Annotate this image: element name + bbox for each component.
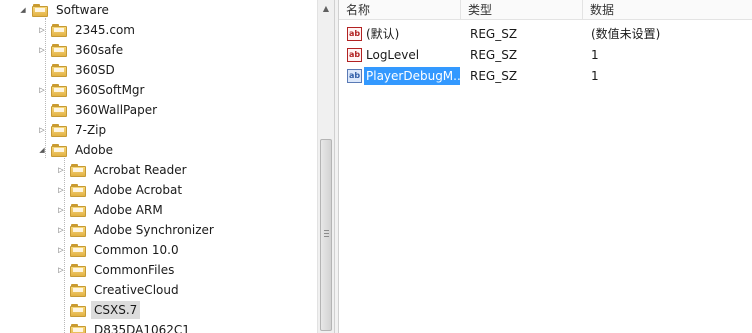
collapsed-arrow-icon[interactable]: ▷	[56, 220, 66, 240]
tree-item-adobe-arm[interactable]: ▷ Adobe ARM	[56, 200, 166, 220]
folder-icon	[70, 283, 86, 297]
no-expander	[56, 300, 66, 320]
scrollbar-grip-icon	[324, 230, 329, 239]
tree-item-label: 360SoftMgr	[75, 83, 145, 97]
tree-item-csxs7[interactable]: CSXS.7	[56, 300, 141, 320]
folder-icon	[32, 3, 48, 17]
folder-icon	[70, 223, 86, 237]
scrollbar-thumb[interactable]	[320, 139, 332, 331]
folder-icon	[51, 23, 67, 37]
value-data: 1	[591, 48, 599, 62]
tree-item-label: Software	[56, 3, 109, 17]
tree-item-common-10[interactable]: ▷ Common 10.0	[56, 240, 182, 260]
column-header-type[interactable]: 类型	[461, 0, 583, 20]
registry-key-tree[interactable]: ◢ Software ▷ 2345.com ▷ 360safe 360SD ▷ …	[0, 0, 317, 333]
value-type: REG_SZ	[470, 69, 518, 83]
tree-item-label: D835DA1062C1	[94, 323, 190, 333]
string-value-icon: ab	[347, 27, 362, 41]
folder-icon	[51, 83, 67, 97]
folder-icon	[70, 163, 86, 177]
collapsed-arrow-icon[interactable]: ▷	[56, 260, 66, 280]
tree-item-label: Adobe ARM	[94, 203, 163, 217]
tree-item-d835da1062c1[interactable]: D835DA1062C1	[56, 320, 193, 333]
expanded-arrow-icon[interactable]: ◢	[18, 0, 28, 20]
registry-value-list[interactable]: 名称 类型 数据 ab (默认) REG_SZ (数值未设置) ab LogLe…	[339, 0, 752, 333]
value-type: REG_SZ	[470, 48, 518, 62]
tree-item-label: Adobe	[75, 143, 113, 157]
list-item-selected[interactable]: ab PlayerDebugM... REG_SZ 1	[339, 66, 752, 86]
collapsed-arrow-icon[interactable]: ▷	[56, 160, 66, 180]
tree-item-label: Common 10.0	[94, 243, 179, 257]
tree-item-7zip[interactable]: ▷ 7-Zip	[37, 120, 109, 140]
tree-item-software[interactable]: ◢ Software	[18, 0, 112, 20]
tree-item-360safe[interactable]: ▷ 360safe	[37, 40, 126, 60]
list-item[interactable]: ab LogLevel REG_SZ 1	[339, 45, 752, 65]
string-value-icon: ab	[347, 48, 362, 62]
folder-icon	[70, 183, 86, 197]
tree-item-acrobat-reader[interactable]: ▷ Acrobat Reader	[56, 160, 190, 180]
tree-item-360wallpaper[interactable]: 360WallPaper	[37, 100, 160, 120]
collapsed-arrow-icon[interactable]: ▷	[56, 180, 66, 200]
string-value-icon: ab	[347, 69, 362, 83]
collapsed-arrow-icon[interactable]: ▷	[37, 40, 47, 60]
tree-item-label: 360SD	[75, 63, 115, 77]
collapsed-arrow-icon[interactable]: ▷	[37, 20, 47, 40]
tree-vertical-scrollbar[interactable]: ▲	[317, 0, 334, 333]
collapsed-arrow-icon[interactable]: ▷	[56, 240, 66, 260]
no-expander	[37, 60, 47, 80]
tree-item-label: 360WallPaper	[75, 103, 158, 117]
no-expander	[56, 320, 66, 333]
tree-item-label: 360safe	[75, 43, 124, 57]
tree-item-label: Acrobat Reader	[94, 163, 187, 177]
folder-icon	[51, 123, 67, 137]
tree-item-adobe-synchronizer[interactable]: ▷ Adobe Synchronizer	[56, 220, 217, 240]
folder-icon	[51, 43, 67, 57]
tree-item-label: CSXS.7	[91, 301, 141, 319]
tree-item-commonfiles[interactable]: ▷ CommonFiles	[56, 260, 177, 280]
collapsed-arrow-icon[interactable]: ▷	[37, 80, 47, 100]
value-name: (默认)	[366, 27, 400, 41]
tree-item-label: 2345.com	[75, 23, 135, 37]
folder-icon	[70, 243, 86, 257]
list-item[interactable]: ab (默认) REG_SZ (数值未设置)	[339, 24, 752, 44]
tree-item-360sd[interactable]: 360SD	[37, 60, 118, 80]
collapsed-arrow-icon[interactable]: ▷	[37, 120, 47, 140]
tree-item-adobe[interactable]: ◢ Adobe	[37, 140, 116, 160]
tree-item-creativecloud[interactable]: CreativeCloud	[56, 280, 182, 300]
tree-item-label: CommonFiles	[94, 263, 175, 277]
scroll-up-arrow-icon[interactable]: ▲	[318, 0, 334, 17]
collapsed-arrow-icon[interactable]: ▷	[56, 200, 66, 220]
tree-item-adobe-acrobat[interactable]: ▷ Adobe Acrobat	[56, 180, 185, 200]
no-expander	[56, 280, 66, 300]
column-header-name[interactable]: 名称	[339, 0, 461, 20]
folder-icon	[70, 263, 86, 277]
value-data: 1	[591, 69, 599, 83]
value-name: LogLevel	[366, 48, 420, 62]
folder-icon	[70, 203, 86, 217]
value-data: (数值未设置)	[591, 27, 661, 41]
no-expander	[37, 100, 47, 120]
tree-item-2345-com[interactable]: ▷ 2345.com	[37, 20, 138, 40]
value-type: REG_SZ	[470, 27, 518, 41]
folder-icon	[51, 63, 67, 77]
expanded-arrow-icon[interactable]: ◢	[37, 140, 47, 160]
folder-icon	[51, 143, 67, 157]
folder-icon	[70, 323, 86, 333]
tree-item-label: 7-Zip	[75, 123, 107, 137]
folder-icon	[70, 303, 86, 317]
tree-item-360softmgr[interactable]: ▷ 360SoftMgr	[37, 80, 148, 100]
value-name: PlayerDebugM...	[364, 67, 460, 85]
list-header: 名称 类型 数据	[339, 0, 752, 20]
tree-item-label: Adobe Synchronizer	[94, 223, 214, 237]
tree-item-label: Adobe Acrobat	[94, 183, 183, 197]
column-header-data[interactable]: 数据	[583, 0, 752, 20]
folder-icon	[51, 103, 67, 117]
tree-item-label: CreativeCloud	[94, 283, 179, 297]
